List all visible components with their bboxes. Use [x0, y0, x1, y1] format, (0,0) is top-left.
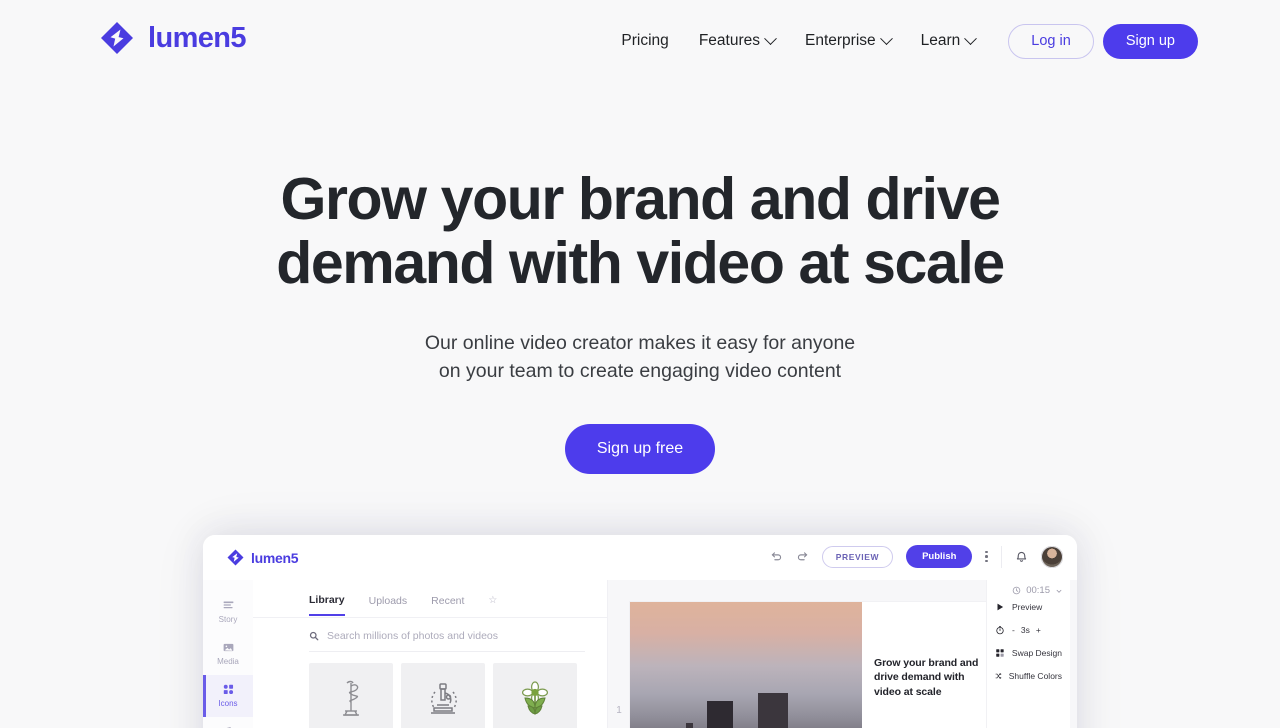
- mockup-toolbar-actions: PREVIEW Publish: [770, 545, 1063, 568]
- sidebar-item-label: Story: [218, 615, 238, 624]
- nav-item-features[interactable]: Features: [684, 21, 790, 61]
- page-title: Grow your brand and drive demand with vi…: [0, 166, 1280, 296]
- kebab-menu-icon[interactable]: [985, 550, 988, 563]
- option-swap-design[interactable]: Swap Design: [987, 648, 1070, 658]
- chevron-down-icon: [879, 31, 893, 45]
- library-tabs: Library Uploads Recent ☆: [253, 580, 607, 618]
- headline-line-2: demand with video at scale: [276, 229, 1005, 296]
- publish-button[interactable]: Publish: [906, 545, 973, 568]
- increase-duration-button[interactable]: +: [1036, 625, 1041, 635]
- library-panel: Library Uploads Recent ☆ Search millions…: [253, 580, 608, 728]
- slide-headline: Grow your brand and drive demand with vi…: [874, 657, 979, 698]
- bell-icon[interactable]: [1015, 550, 1028, 563]
- slide-background-photo: [630, 602, 862, 728]
- nav-label: Features: [698, 32, 760, 49]
- nav-item-enterprise[interactable]: Enterprise: [790, 21, 906, 61]
- option-label: Preview: [1012, 602, 1043, 612]
- search-placeholder: Search millions of photos and videos: [327, 630, 499, 642]
- hero-subheading: Our online video creator makes it easy f…: [0, 330, 1280, 385]
- flower-icon: [522, 681, 548, 715]
- timer-icon: [996, 625, 1004, 635]
- thumbnail-microscope[interactable]: [401, 663, 485, 728]
- chevron-down-icon: [964, 31, 978, 45]
- option-duration: - 3s +: [987, 625, 1070, 635]
- sidebar-item-music[interactable]: [203, 717, 253, 728]
- mockup-brand-name: lumen5: [251, 549, 299, 566]
- editor-canvas: 00:15 1 Grow your brand and drive demand…: [608, 580, 1077, 728]
- slide-options-panel: Preview - 3s + Swap Design Shuffle Color…: [986, 580, 1070, 728]
- duration-value: 3s: [1020, 625, 1030, 635]
- signup-button[interactable]: Sign up: [1102, 23, 1198, 59]
- option-shuffle-colors[interactable]: Shuffle Colors: [987, 671, 1070, 681]
- redo-icon[interactable]: [796, 550, 809, 563]
- mockup-body: Story Media Icons Library Uploads Recent…: [203, 580, 1077, 728]
- search-icon: [309, 631, 319, 641]
- login-button[interactable]: Log in: [1008, 23, 1094, 59]
- story-lines-icon: [223, 601, 233, 609]
- slide-number: 1: [616, 705, 622, 716]
- app-screenshot-mockup: lumen5 PREVIEW Publish Story Media Icons…: [203, 535, 1077, 728]
- thumbnail-flower[interactable]: [493, 663, 577, 728]
- sidebar-item-label: Media: [217, 657, 239, 666]
- signup-free-button[interactable]: Sign up free: [564, 424, 716, 474]
- slide-preview[interactable]: Grow your brand and drive demand with vi…: [630, 602, 986, 728]
- sidebar-item-media[interactable]: Media: [203, 633, 253, 675]
- nav-label: Learn: [920, 32, 961, 49]
- clock-icon: [1012, 586, 1021, 595]
- brand-name: lumen5: [148, 21, 247, 54]
- tab-library[interactable]: Library: [309, 594, 345, 616]
- cta-container: Sign up free: [0, 424, 1280, 474]
- nav-item-learn[interactable]: Learn: [906, 21, 991, 61]
- sidebar-item-label: Icons: [218, 699, 238, 708]
- microscope-icon: [431, 683, 457, 714]
- sidebar-item-story[interactable]: Story: [203, 591, 253, 633]
- main-navigation: Pricing Features Enterprise Learn Log in…: [606, 21, 1198, 61]
- tab-recent[interactable]: Recent: [431, 595, 464, 615]
- duration-value: 00:15: [1026, 585, 1050, 596]
- nav-label: Pricing: [621, 32, 669, 49]
- lumen5-diamond-logo-icon: [101, 22, 133, 54]
- brand-logo[interactable]: lumen5: [100, 21, 247, 55]
- star-icon[interactable]: ☆: [488, 595, 497, 614]
- nav-label: Enterprise: [804, 32, 876, 49]
- headline-line-1: Grow your brand and drive: [280, 166, 1000, 232]
- grid-swap-icon: [996, 649, 1004, 657]
- mockup-brand-logo[interactable]: lumen5: [227, 549, 299, 566]
- option-label: Shuffle Colors: [1008, 671, 1062, 681]
- editor-sidebar: Story Media Icons: [203, 580, 253, 728]
- subhead-line-2: on your team to create engaging video co…: [438, 359, 842, 382]
- nav-item-pricing[interactable]: Pricing: [606, 21, 683, 61]
- icons-grid-icon: [223, 684, 233, 695]
- toolbar-divider: [1001, 545, 1002, 568]
- landing-page: lumen5 Pricing Features Enterprise Learn…: [0, 0, 1280, 728]
- duration-stepper[interactable]: - 3s +: [1012, 625, 1041, 635]
- subhead-line-1: Our online video creator makes it easy f…: [424, 332, 856, 354]
- play-icon: [997, 603, 1004, 611]
- mockup-toolbar: lumen5 PREVIEW Publish: [203, 535, 1077, 580]
- decrease-duration-button[interactable]: -: [1012, 625, 1015, 635]
- site-header: lumen5 Pricing Features Enterprise Learn…: [0, 0, 1280, 82]
- option-label: Swap Design: [1011, 648, 1062, 658]
- option-preview[interactable]: Preview: [987, 602, 1070, 612]
- undo-icon[interactable]: [770, 550, 783, 563]
- tab-uploads[interactable]: Uploads: [369, 595, 408, 615]
- search-input[interactable]: Search millions of photos and videos: [309, 630, 585, 652]
- sidebar-item-icons[interactable]: Icons: [203, 675, 253, 717]
- preview-button[interactable]: PREVIEW: [821, 545, 894, 568]
- chevron-down-icon: [764, 31, 777, 45]
- chevron-down-icon[interactable]: [1055, 587, 1063, 595]
- duration-control[interactable]: 00:15: [1012, 585, 1063, 596]
- lumen5-diamond-logo-icon: [227, 549, 244, 566]
- shuffle-colors-icon: [995, 673, 1002, 679]
- icon-results-grid: [253, 652, 607, 728]
- thumbnail-caduceus[interactable]: [309, 663, 393, 728]
- caduceus-icon: [343, 680, 359, 716]
- avatar[interactable]: [1041, 545, 1063, 568]
- media-image-icon: [223, 643, 233, 652]
